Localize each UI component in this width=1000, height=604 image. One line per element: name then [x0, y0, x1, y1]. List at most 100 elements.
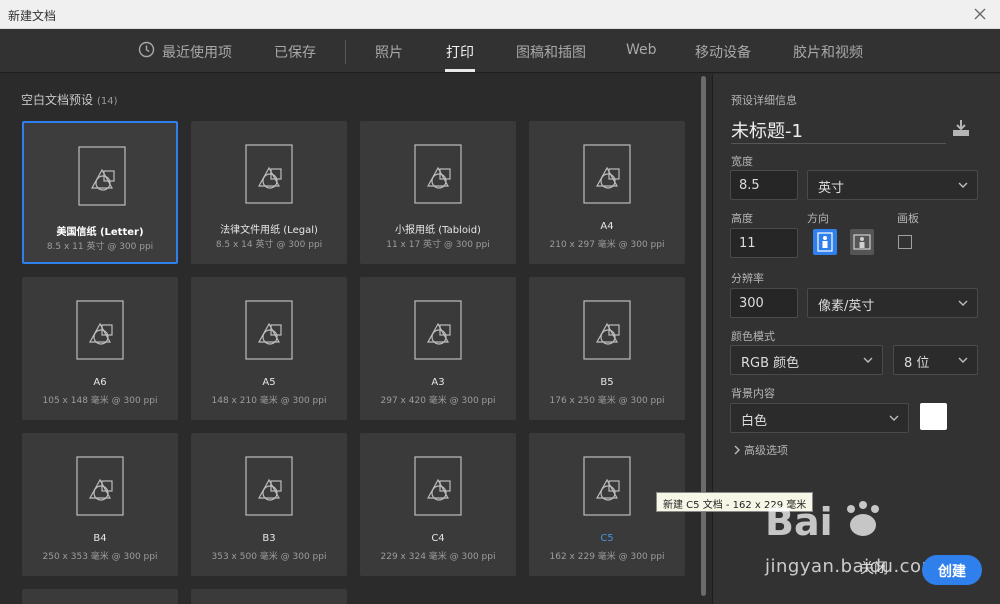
background-select[interactable]: 白色	[730, 403, 909, 433]
category-tabs: 最近使用项 已保存 照片 打印 图稿和插图 Web 移动设备 胶片和视频	[0, 29, 1000, 73]
preset-card-partial[interactable]	[191, 589, 347, 604]
portrait-button[interactable]	[813, 229, 837, 255]
color-mode-value: RGB 颜色	[741, 356, 800, 371]
preset-size: 229 x 324 毫米 @ 300 ppi	[380, 552, 496, 562]
preset-card[interactable]: B4 250 x 353 毫米 @ 300 ppi	[22, 433, 178, 576]
height-input[interactable]: 11	[730, 228, 798, 258]
chevron-down-icon	[863, 357, 873, 363]
resolution-label: 分辨率	[731, 272, 764, 285]
preset-name: A4	[600, 221, 614, 232]
preset-name: A6	[93, 377, 107, 388]
preset-name: 小报用纸 (Tabloid)	[395, 225, 481, 236]
preset-name: A3	[431, 377, 445, 388]
tab-saved[interactable]: 已保存	[274, 42, 316, 62]
preset-size: 162 x 229 毫米 @ 300 ppi	[549, 552, 665, 562]
close-button[interactable]: 关闭	[860, 558, 888, 578]
active-tab-indicator	[445, 69, 475, 72]
preset-size: 353 x 500 毫米 @ 300 ppi	[211, 552, 327, 562]
preset-name: A5	[262, 377, 276, 388]
landscape-icon	[853, 234, 871, 250]
width-label: 宽度	[731, 155, 753, 168]
watermark-url: jingyan.baidu.com	[765, 556, 940, 577]
preset-size: 8.5 x 11 英寸 @ 300 ppi	[46, 242, 154, 252]
document-name-input[interactable]: 未标题-1	[731, 117, 803, 143]
preset-card[interactable]: A4 210 x 297 毫米 @ 300 ppi	[529, 121, 685, 264]
background-color-swatch[interactable]	[920, 403, 947, 430]
preset-name: B3	[262, 533, 276, 544]
bit-depth-select[interactable]: 8 位	[893, 345, 978, 375]
preset-card[interactable]: A6 105 x 148 毫米 @ 300 ppi	[22, 277, 178, 420]
title-bar: 新建文档	[0, 0, 1000, 29]
tab-print[interactable]: 打印	[446, 42, 474, 62]
advanced-options-toggle[interactable]: 高级选项	[733, 441, 853, 459]
preset-size: 8.5 x 14 英寸 @ 300 ppi	[215, 240, 323, 250]
chevron-right-icon	[734, 445, 740, 455]
orientation-label: 方向	[807, 212, 829, 225]
preset-size: 11 x 17 英寸 @ 300 ppi	[386, 240, 490, 250]
close-icon[interactable]	[970, 4, 990, 24]
tab-web[interactable]: Web	[626, 42, 657, 58]
resolution-unit-select[interactable]: 像素/英寸	[807, 288, 978, 318]
width-unit-value: 英寸	[818, 181, 845, 196]
preset-name: C5	[600, 533, 614, 544]
width-unit-select[interactable]: 英寸	[807, 170, 978, 200]
preset-size: 297 x 420 毫米 @ 300 ppi	[380, 396, 496, 406]
preset-card[interactable]: 小报用纸 (Tabloid) 11 x 17 英寸 @ 300 ppi	[360, 121, 516, 264]
create-button[interactable]: 创建	[922, 555, 982, 585]
baidu-logo-watermark: Bai	[765, 500, 879, 544]
clock-icon	[138, 41, 155, 58]
color-mode-label: 颜色模式	[731, 330, 775, 343]
preset-card[interactable]: B3 353 x 500 毫米 @ 300 ppi	[191, 433, 347, 576]
preset-card[interactable]: A5 148 x 210 毫米 @ 300 ppi	[191, 277, 347, 420]
document-icon	[78, 146, 126, 206]
preset-size: 176 x 250 毫米 @ 300 ppi	[549, 396, 665, 406]
preset-size: 210 x 297 毫米 @ 300 ppi	[549, 240, 665, 250]
presets-heading: 空白文档预设 (14)	[21, 91, 118, 108]
width-input[interactable]: 8.5	[730, 170, 798, 200]
preset-card[interactable]: 美国信纸 (Letter) 8.5 x 11 英寸 @ 300 ppi	[22, 121, 178, 264]
background-label: 背景内容	[731, 387, 775, 400]
tab-mobile[interactable]: 移动设备	[695, 42, 751, 62]
chevron-down-icon	[958, 300, 968, 306]
preset-card[interactable]: 法律文件用纸 (Legal) 8.5 x 14 英寸 @ 300 ppi	[191, 121, 347, 264]
preset-size: 105 x 148 毫米 @ 300 ppi	[42, 396, 158, 406]
document-icon	[414, 300, 462, 360]
preset-size: 250 x 353 毫米 @ 300 ppi	[42, 552, 158, 562]
preset-card[interactable]: C4 229 x 324 毫米 @ 300 ppi	[360, 433, 516, 576]
landscape-button[interactable]	[850, 229, 874, 255]
tab-divider	[345, 40, 346, 64]
tab-photo[interactable]: 照片	[375, 42, 403, 62]
resolution-input[interactable]: 300	[730, 288, 798, 318]
document-icon	[245, 144, 293, 204]
height-label: 高度	[731, 212, 753, 225]
document-name-underline	[731, 143, 946, 144]
tab-film-video[interactable]: 胶片和视频	[793, 42, 863, 62]
document-icon	[76, 456, 124, 516]
preset-name: B5	[600, 377, 614, 388]
advanced-options-label: 高级选项	[744, 444, 788, 457]
window-title: 新建文档	[8, 9, 57, 23]
preset-name: 美国信纸 (Letter)	[56, 227, 144, 238]
preset-card-partial[interactable]	[22, 589, 178, 604]
presets-count: (14)	[97, 96, 118, 107]
presets-panel: 空白文档预设 (14) 美国信纸 (Letter) 8.5 x 11 英寸 @ 30…	[0, 74, 712, 604]
presets-title: 空白文档预设	[21, 93, 94, 107]
artboard-checkbox[interactable]	[898, 235, 912, 249]
artboard-label: 画板	[897, 212, 919, 225]
save-preset-icon[interactable]	[951, 118, 971, 138]
presets-scrollbar[interactable]	[701, 76, 706, 596]
preset-name: 法律文件用纸 (Legal)	[220, 225, 318, 236]
portrait-icon	[817, 232, 833, 252]
preset-card[interactable]: B5 176 x 250 毫米 @ 300 ppi	[529, 277, 685, 420]
chevron-down-icon	[958, 357, 968, 363]
details-heading: 预设详细信息	[731, 94, 797, 107]
document-icon	[245, 300, 293, 360]
document-icon	[414, 144, 462, 204]
preset-size: 148 x 210 毫米 @ 300 ppi	[211, 396, 327, 406]
document-icon	[583, 300, 631, 360]
svg-text:Bai: Bai	[765, 500, 833, 544]
tab-recent[interactable]: 最近使用项	[162, 42, 232, 62]
preset-card[interactable]: A3 297 x 420 毫米 @ 300 ppi	[360, 277, 516, 420]
tab-art-illustration[interactable]: 图稿和插图	[516, 42, 586, 62]
color-mode-select[interactable]: RGB 颜色	[730, 345, 883, 375]
